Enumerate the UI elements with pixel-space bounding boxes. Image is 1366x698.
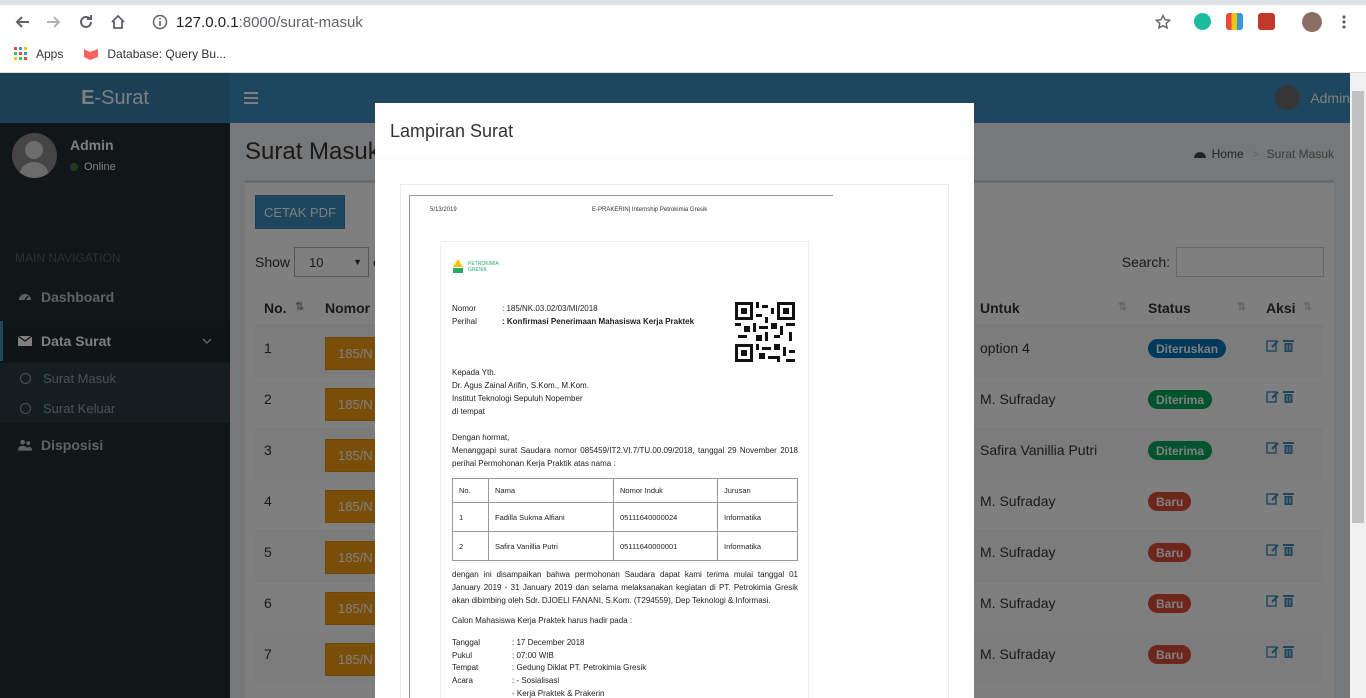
- th-jurusan: Jurusan: [717, 478, 798, 503]
- calon-text: Calon Mahasiswa Kerja Praktek harus hadi…: [452, 616, 633, 625]
- profile-avatar[interactable]: [1302, 12, 1322, 32]
- student-table: No. Nama Nomor Induk Jurusan 1 Fadilla S…: [452, 478, 798, 561]
- intro-paragraph: Menanggapi surat Saudara nomor 085459/IT…: [452, 446, 798, 468]
- kepada: Kepada Yth.: [452, 368, 496, 377]
- cell: 05111640000001: [613, 531, 718, 561]
- bookmark-apps-label: Apps: [36, 47, 64, 61]
- bookmark-database[interactable]: Database: Query Bu...: [83, 47, 226, 61]
- recipient: Dr. Agus Zainal Arifin, S.Kom., M.Kom.: [452, 381, 589, 390]
- info-icon[interactable]: [152, 14, 168, 30]
- tanggal-label: Tanggal: [452, 638, 481, 647]
- nomor-label: Nomor: [452, 304, 477, 313]
- qr-code: [735, 302, 795, 362]
- th-nomor-induk: Nomor Induk: [613, 478, 718, 503]
- back-icon[interactable]: [12, 12, 32, 32]
- modal-title: Lampiran Surat: [375, 103, 974, 159]
- extension-grid-icon[interactable]: [1226, 13, 1243, 30]
- cell: Informatika: [717, 531, 798, 561]
- extension-m-icon[interactable]: [1194, 13, 1211, 30]
- student-row: 2 Safira Vanillia Putri 05111640000001 I…: [452, 531, 798, 561]
- place: di tempat: [452, 407, 485, 416]
- scrollbar-thumb[interactable]: [1352, 91, 1364, 523]
- extension-pdf-icon[interactable]: [1258, 13, 1275, 30]
- browser-chrome: 127.0.0.1:8000/surat-masuk Apps Database…: [0, 0, 1366, 73]
- doc-header-title: E-PRAKERIN| Internship Petrokimia Gresik: [592, 207, 708, 213]
- acara-value-2: - Kerja Praktek & Prakerin: [512, 689, 605, 698]
- bookmark-database-label: Database: Query Bu...: [107, 47, 227, 61]
- tanggal-value: : 17 December 2018: [512, 638, 585, 647]
- institution: Institut Teknologi Sepuluh Nopember: [452, 394, 583, 403]
- cell: Fadilla Sukma Alfiani: [488, 502, 614, 532]
- th-no: No.: [452, 478, 489, 503]
- letter: PETROKIMIA GRESIK Nomor : 185/NK.03.02/0…: [440, 241, 809, 698]
- cell: Informatika: [717, 502, 798, 532]
- url-host: 127.0.0.1: [176, 13, 239, 31]
- laravel-icon: [84, 49, 99, 60]
- body-paragraph: dengan ini disampaikan bahwa permohonan …: [452, 570, 798, 605]
- home-icon[interactable]: [108, 12, 128, 32]
- acara-value: : - Sosialisasi: [512, 676, 560, 685]
- petrokimia-logo-icon: [453, 259, 463, 273]
- cell: 1: [452, 502, 489, 532]
- bookmark-apps[interactable]: Apps: [14, 47, 63, 61]
- lampiran-modal: Lampiran Surat 5/13/2019 E-PRAKERIN| Int…: [375, 103, 974, 698]
- nomor-value: : 185/NK.03.02/03/MI/2018: [502, 304, 598, 313]
- th-nama: Nama: [488, 478, 614, 503]
- reload-icon[interactable]: [76, 12, 96, 32]
- address-bar[interactable]: 127.0.0.1:8000/surat-masuk: [142, 8, 1182, 36]
- tempat-label: Tempat: [452, 663, 479, 672]
- document-page: 5/13/2019 E-PRAKERIN| Internship Petroki…: [409, 195, 833, 698]
- url-path: :8000/surat-masuk: [238, 13, 363, 31]
- cell: 2: [452, 531, 489, 561]
- perihal-value: : Konfirmasi Penerimaan Mahasiswa Kerja …: [502, 317, 695, 326]
- forward-icon[interactable]: [44, 12, 64, 32]
- greeting: Dengan hormat,: [452, 433, 510, 442]
- apps-grid-icon: [14, 47, 27, 60]
- cell: Safira Vanillia Putri: [488, 531, 614, 561]
- pukul-label: Pukul: [452, 651, 473, 660]
- star-icon[interactable]: [1153, 12, 1173, 32]
- perihal-label: Perihal: [452, 317, 477, 326]
- company-logo: PETROKIMIA GRESIK: [451, 258, 502, 276]
- cell: 05111640000024: [613, 502, 718, 532]
- pukul-value: : 07:00 WIB: [512, 651, 554, 660]
- bookmarks-bar: Apps Database: Query Bu...: [0, 42, 232, 66]
- acara-label: Acara: [452, 676, 473, 685]
- menu-dots-icon[interactable]: [1334, 12, 1354, 32]
- student-row: 1 Fadilla Sukma Alfiani 05111640000024 I…: [452, 502, 798, 532]
- doc-date: 5/13/2019: [430, 207, 457, 213]
- tab-strip: [0, 0, 1366, 5]
- attachment-viewer[interactable]: 5/13/2019 E-PRAKERIN| Internship Petroki…: [400, 184, 949, 698]
- company-logo-text: PETROKIMIA GRESIK: [468, 261, 499, 273]
- tempat-value: : Gedung Diklat PT. Petrokimia Gresik: [512, 663, 647, 672]
